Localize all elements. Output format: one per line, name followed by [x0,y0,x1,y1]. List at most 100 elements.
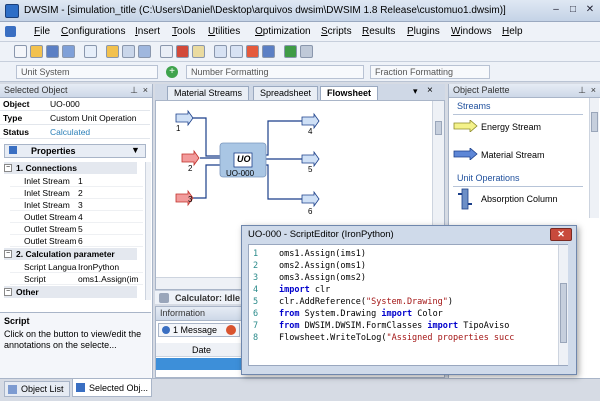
property-row[interactable]: Script Langua IronPython [10,261,143,273]
close-icon[interactable]: × [143,84,148,97]
pin-icon[interactable]: ⊥ [130,84,138,97]
save-all-icon[interactable] [62,45,75,58]
info-title: Information [160,308,206,318]
category-label: Other [16,287,39,297]
code-line[interactable]: 6 from System.Drawing import Color [249,309,567,321]
code-line[interactable]: 1 oms1.Assign(ims1) [249,249,567,261]
chart-icon[interactable] [176,45,189,58]
window-cascade-icon[interactable] [230,45,243,58]
app-menu-icon[interactable] [5,26,16,37]
dropdown-icon[interactable]: ▼ [131,145,140,155]
property-row[interactable]: Inlet Stream 1 [10,175,143,187]
code-line[interactable]: 2 oms2.Assign(oms1) [249,261,567,273]
property-row[interactable]: Inlet Stream 3 [10,199,143,211]
code-line[interactable]: 5 clr.AddReference("System.Drawing") [249,297,567,309]
code-token: oms3.Assign(oms2) [279,273,366,283]
menu-optimization[interactable]: Optimization [255,26,311,37]
column-date: Date [192,345,212,355]
window-tile-icon[interactable] [214,45,227,58]
stop-icon[interactable] [246,45,259,58]
material-stream-icon [453,148,478,160]
settings-icon[interactable] [300,45,313,58]
window-icon[interactable] [84,45,97,58]
add-icon[interactable]: + [166,66,178,78]
menu-file[interactable]: File [34,26,50,37]
line-number: 7 [253,321,259,331]
code-line[interactable]: 8 Flowsheet.WriteToLog("Assigned properti… [249,333,567,345]
scrollbar-thumb[interactable] [560,283,567,343]
minimize-button[interactable]: – [548,3,564,17]
property-row[interactable]: Outlet Stream 5 [10,223,143,235]
code-scrollbar[interactable] [558,245,568,365]
palette-material-stream[interactable]: Material Stream [481,150,545,160]
document-icon[interactable] [160,45,173,58]
code-keyword: import [381,309,413,319]
save-icon[interactable] [46,45,59,58]
collapse-icon[interactable]: − [4,288,12,296]
close-document-icon[interactable]: × [427,85,433,96]
folder-icon[interactable] [106,45,119,58]
table-icon[interactable] [192,45,205,58]
fraction-formatting-combo[interactable]: Fraction Formatting [370,65,490,79]
tab-object-list[interactable]: Object List [4,381,70,397]
pin-icon[interactable]: ⊥ [578,84,586,97]
menu-windows[interactable]: Windows [451,26,492,37]
menu-plugins[interactable]: Plugins [407,26,440,37]
code-line[interactable]: 7 from DWSIM.DWSIM.FormClasses import Tip… [249,321,567,333]
palette-absorption-column[interactable]: Absorption Column [481,194,558,204]
tab-material-streams[interactable]: Material Streams [167,86,250,100]
property-row[interactable]: Inlet Stream 2 [10,187,143,199]
code-line[interactable]: 4 import clr [249,285,567,297]
absorption-column-icon [458,188,472,210]
object-row: Object UO-000 [0,98,150,111]
collapse-icon[interactable]: − [4,164,12,172]
layout-icon[interactable] [122,45,135,58]
menu-configurations[interactable]: Configurations [61,26,126,37]
code-area[interactable]: 1 oms1.Assign(ims1) 2 oms2.Assign(oms1) 3 oms… [248,244,568,366]
palette-scrollbar[interactable] [589,98,599,218]
menu-help[interactable]: Help [502,26,523,37]
script-editor-close-button[interactable]: ✕ [550,228,572,241]
properties-scrollbar[interactable] [145,162,151,300]
new-file-icon[interactable] [14,45,27,58]
export-icon[interactable] [262,45,275,58]
tab-flowsheet[interactable]: Flowsheet [320,86,379,100]
code-string: "System.Drawing" [366,297,448,307]
menu-results[interactable]: Results [362,26,395,37]
property-row[interactable]: Outlet Stream 4 [10,211,143,223]
close-icon[interactable]: × [591,84,596,97]
run-icon[interactable] [284,45,297,58]
menu-utilities[interactable]: Utilities [208,26,240,37]
number-formatting-combo[interactable]: Number Formatting [186,65,364,79]
unit-system-combo[interactable]: Unit System [16,65,158,79]
palette-energy-stream[interactable]: Energy Stream [481,122,541,132]
properties-tab[interactable]: Properties ▼ [4,144,146,158]
open-folder-icon[interactable] [30,45,43,58]
category-other[interactable]: − Other [4,286,137,298]
category-label: 1. Connections [16,163,77,173]
menu-tools[interactable]: Tools [172,26,195,37]
category-connections[interactable]: −1. Connections [4,162,137,174]
palette-header: Object Palette ⊥ × [449,84,600,98]
scrollbar-thumb[interactable] [591,112,598,132]
categorized-icon[interactable] [9,146,17,154]
menu-scripts[interactable]: Scripts [321,26,352,37]
property-row[interactable]: Outlet Stream 6 [10,235,143,247]
menu-insert[interactable]: Insert [135,26,160,37]
type-label: Type [3,113,23,123]
tab-selected-object[interactable]: Selected Obj... [72,379,152,397]
maximize-button[interactable]: □ [565,3,581,17]
tab-spreadsheet[interactable]: Spreadsheet [253,86,319,100]
scrollbar-thumb[interactable] [435,121,442,135]
close-button[interactable]: ✕ [582,3,598,17]
error-icon[interactable] [226,325,236,335]
tab-list-icon[interactable]: ▾ [413,86,418,97]
palette-section-unit-operations: Unit Operations [457,173,520,183]
code-line[interactable]: 3 oms3.Assign(oms2) [249,273,567,285]
collapse-icon[interactable]: − [4,250,12,258]
grid-icon[interactable] [138,45,151,58]
code-keyword: import [427,321,459,331]
category-calculation[interactable]: −2. Calculation parameter [4,248,137,260]
status-value: Calculated [50,127,91,137]
property-row[interactable]: Script oms1.Assign(im [10,273,143,285]
